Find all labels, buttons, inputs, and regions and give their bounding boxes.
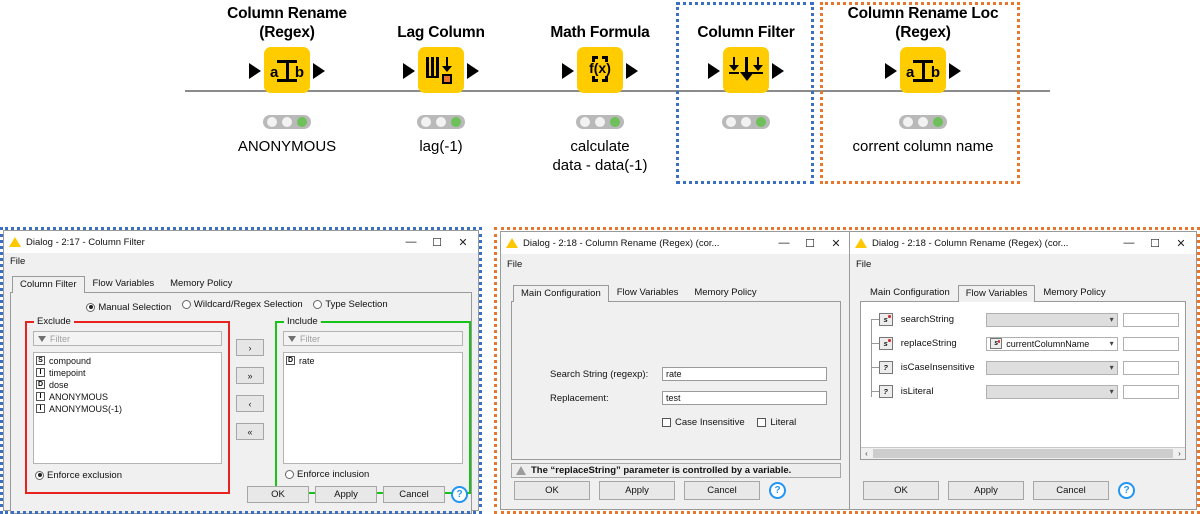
rename-regex-icon[interactable]: ab xyxy=(264,47,310,93)
workflow-node-column-rename-loc[interactable]: Column Rename Loc (Regex) ab corrent col… xyxy=(830,4,1016,156)
node-input-port xyxy=(562,63,574,79)
node-output-port xyxy=(626,63,638,79)
node-input-port xyxy=(708,63,720,79)
node-output-port xyxy=(313,63,325,79)
node-output-port xyxy=(772,63,784,79)
node-output-port xyxy=(467,63,479,79)
rename-regex-icon[interactable]: ab xyxy=(900,47,946,93)
highlight-box-rename-dialogs xyxy=(494,227,1200,514)
node-status-traffic-light xyxy=(417,115,465,129)
workflow-node-column-filter[interactable]: Column Filter xyxy=(684,4,808,129)
node-status-traffic-light xyxy=(899,115,947,129)
node-title-line1: Lag Column xyxy=(397,24,485,41)
node-input-port xyxy=(403,63,415,79)
workflow-canvas: Column Rename (Regex) ab ANONYMOUS Lag C… xyxy=(0,0,1200,205)
node-title-line1: Math Formula xyxy=(550,24,650,41)
node-subtitle: calculate xyxy=(570,138,630,155)
node-subtitle: corrent column name xyxy=(852,138,994,155)
node-input-port xyxy=(885,63,897,79)
node-title-line1: Column Filter xyxy=(697,24,795,41)
node-output-port xyxy=(949,63,961,79)
workflow-node-math-formula[interactable]: Math Formula f(x) calculate data - data(… xyxy=(525,4,675,175)
node-title-line1: Column Rename Loc xyxy=(847,5,999,22)
node-status-traffic-light xyxy=(722,115,770,129)
node-subtitle: ANONYMOUS xyxy=(237,138,337,155)
node-subtitle-2: data - data(-1) xyxy=(552,157,648,174)
node-input-port xyxy=(249,63,261,79)
node-status-traffic-light xyxy=(576,115,624,129)
column-filter-icon[interactable] xyxy=(723,47,769,93)
node-title-line2: (Regex) xyxy=(895,24,951,41)
node-title-line2: (Regex) xyxy=(259,24,315,41)
math-formula-icon[interactable]: f(x) xyxy=(577,47,623,93)
lag-column-icon[interactable] xyxy=(418,47,464,93)
node-title-line1: Column Rename xyxy=(227,5,347,22)
workflow-node-lag-column[interactable]: Lag Column lag(-1) xyxy=(366,4,516,156)
workflow-node-column-rename-regex[interactable]: Column Rename (Regex) ab ANONYMOUS xyxy=(212,4,362,156)
highlight-box-column-filter-dialog xyxy=(0,227,482,514)
node-subtitle: lag(-1) xyxy=(419,138,463,155)
node-status-traffic-light xyxy=(263,115,311,129)
